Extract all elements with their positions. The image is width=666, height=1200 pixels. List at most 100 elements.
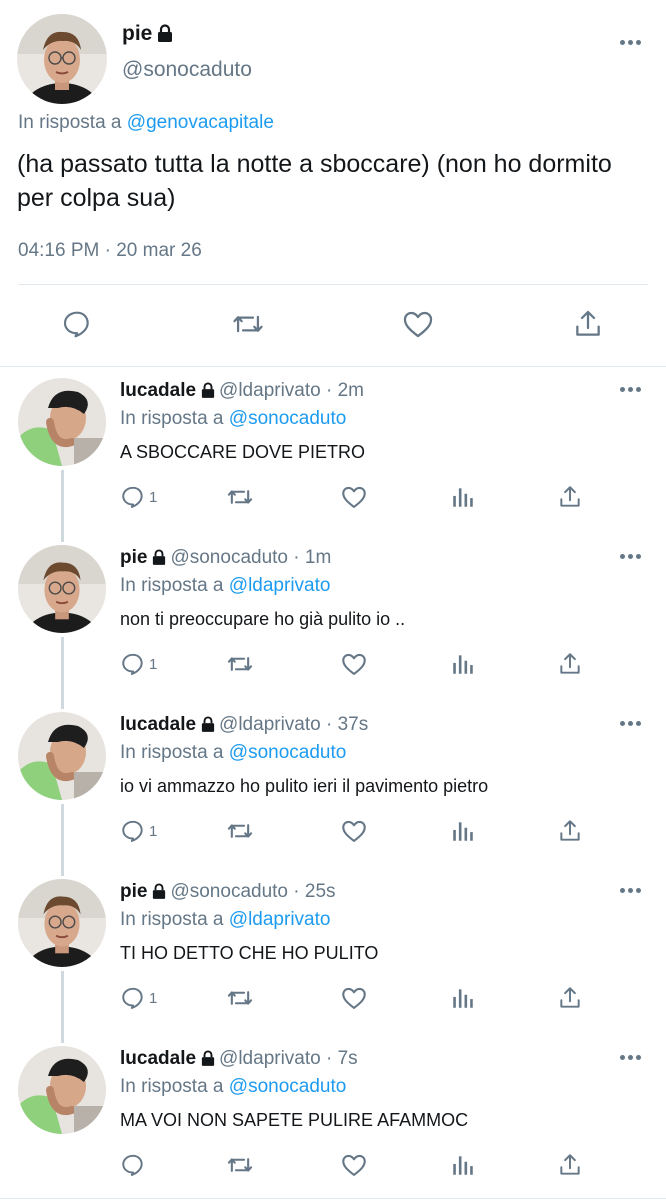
retweet-icon[interactable] — [226, 816, 254, 846]
tweet-text: A SBOCCARE DOVE PIETRO — [120, 442, 366, 462]
reply-header: pie @sonocaduto · 25s — [120, 881, 336, 905]
display-name[interactable]: pie — [120, 547, 147, 568]
more-icon[interactable] — [620, 721, 644, 727]
tweet-text: MA VOI NON SAPETE PULIRE AFAMMOC — [120, 1110, 469, 1130]
reply-prefix: In risposta a — [120, 408, 224, 429]
reply-to-link[interactable]: @ldaprivato — [229, 575, 331, 596]
analytics-icon[interactable] — [450, 649, 476, 679]
reply-prefix: In risposta a — [18, 112, 122, 133]
like-icon[interactable] — [340, 1150, 368, 1180]
handle-time[interactable]: @ldaprivato · 2m — [219, 380, 364, 401]
lock-icon — [201, 1050, 215, 1072]
share-icon[interactable] — [557, 649, 583, 679]
share-icon[interactable] — [557, 816, 583, 846]
reply-prefix: In risposta a — [120, 575, 224, 596]
handle-time[interactable]: @sonocaduto · 25s — [170, 881, 335, 902]
retweet-icon[interactable] — [230, 306, 266, 342]
retweet-icon[interactable] — [226, 1150, 254, 1180]
lock-icon — [157, 24, 173, 48]
handle[interactable]: @sonocaduto — [122, 58, 252, 82]
reply-context: In risposta a @sonocaduto — [120, 408, 346, 430]
retweet-icon[interactable] — [226, 649, 254, 679]
analytics-icon[interactable] — [450, 1150, 476, 1180]
more-icon[interactable] — [620, 1055, 644, 1061]
main-tweet: pie @sonocaduto In risposta a @genovacap… — [0, 0, 666, 366]
reply-tweet[interactable]: lucadale @ldaprivato · 7s In risposta a @… — [0, 1046, 666, 1200]
reply-context: In risposta a @sonocaduto — [120, 742, 346, 764]
avatar[interactable] — [18, 712, 106, 800]
avatar[interactable] — [18, 1046, 106, 1134]
like-icon[interactable] — [340, 482, 368, 512]
reply-button[interactable]: 1 — [120, 649, 157, 679]
reply-tweet[interactable]: lucadale @ldaprivato · 2m In risposta a @… — [0, 378, 666, 545]
avatar[interactable] — [17, 14, 107, 104]
like-icon[interactable] — [340, 649, 368, 679]
retweet-icon[interactable] — [226, 482, 254, 512]
reply-context: In risposta a @sonocaduto — [120, 1076, 346, 1098]
reply-tweet[interactable]: pie @sonocaduto · 1m In risposta a @ldapr… — [0, 545, 666, 712]
reply-tweet[interactable]: lucadale @ldaprivato · 37s In risposta a … — [0, 712, 666, 879]
avatar[interactable] — [18, 545, 106, 633]
like-icon[interactable] — [340, 816, 368, 846]
more-icon[interactable] — [620, 387, 644, 393]
more-icon[interactable] — [620, 888, 644, 894]
share-icon[interactable] — [557, 983, 583, 1013]
reply-header: pie @sonocaduto · 1m — [120, 547, 331, 571]
tweet-text: non ti preoccupare ho già pulito io .. — [120, 609, 406, 629]
lock-icon — [152, 883, 166, 905]
reply-prefix: In risposta a — [120, 1076, 224, 1097]
reply-to-link[interactable]: @ldaprivato — [229, 909, 331, 930]
reply-count: 1 — [149, 989, 158, 1007]
more-icon[interactable] — [620, 40, 644, 46]
analytics-icon[interactable] — [450, 816, 476, 846]
reply-button[interactable]: 1 — [120, 983, 157, 1013]
action-bar — [0, 306, 666, 346]
handle-time[interactable]: @ldaprivato · 7s — [219, 1048, 358, 1069]
display-name[interactable]: pie — [122, 22, 173, 48]
tweet-text: TI HO DETTO CHE HO PULITO — [120, 943, 379, 963]
reply-tweet[interactable]: pie @sonocaduto · 25s In risposta a @ldap… — [0, 879, 666, 1046]
divider — [18, 284, 648, 285]
avatar[interactable] — [18, 378, 106, 466]
display-name[interactable]: pie — [120, 881, 147, 902]
share-icon[interactable] — [557, 1150, 583, 1180]
reply-icon[interactable] — [59, 306, 95, 342]
retweet-icon[interactable] — [226, 983, 254, 1013]
reply-to-link[interactable]: @genovacapitale — [127, 112, 274, 133]
display-name[interactable]: lucadale — [120, 1048, 196, 1069]
lock-icon — [201, 716, 215, 738]
handle-time[interactable]: @sonocaduto · 1m — [170, 547, 331, 568]
share-icon[interactable] — [557, 482, 583, 512]
reply-context: In risposta a @ldaprivato — [120, 575, 330, 597]
reply-count: 1 — [149, 488, 158, 506]
reply-to-link[interactable]: @sonocaduto — [229, 408, 347, 429]
reply-button[interactable] — [120, 1150, 149, 1180]
divider — [0, 366, 666, 367]
lock-icon — [152, 549, 166, 571]
reply-prefix: In risposta a — [120, 909, 224, 930]
like-icon[interactable] — [400, 306, 436, 342]
reply-prefix: In risposta a — [120, 742, 224, 763]
divider — [0, 1198, 666, 1199]
reply-to-link[interactable]: @sonocaduto — [229, 1076, 347, 1097]
tweet-text: (ha passato tutta la notte a sboccare) (… — [17, 150, 612, 212]
reply-header: lucadale @ldaprivato · 2m — [120, 380, 364, 404]
reply-to-link[interactable]: @sonocaduto — [229, 742, 347, 763]
reply-header: lucadale @ldaprivato · 37s — [120, 714, 368, 738]
like-icon[interactable] — [340, 983, 368, 1013]
reply-button[interactable]: 1 — [120, 816, 157, 846]
handle-time[interactable]: @ldaprivato · 37s — [219, 714, 368, 735]
tweet-text: io vi ammazzo ho pulito ieri il paviment… — [120, 776, 489, 796]
display-name-text: pie — [122, 22, 153, 45]
more-icon[interactable] — [620, 554, 644, 560]
share-icon[interactable] — [570, 306, 606, 342]
display-name[interactable]: lucadale — [120, 380, 196, 401]
avatar[interactable] — [18, 879, 106, 967]
reply-button[interactable]: 1 — [120, 482, 157, 512]
timestamp[interactable]: 04:16 PM · 20 mar 26 — [18, 240, 202, 262]
display-name[interactable]: lucadale — [120, 714, 196, 735]
analytics-icon[interactable] — [450, 983, 476, 1013]
reply-context: In risposta a @ldaprivato — [120, 909, 330, 931]
reply-count: 1 — [149, 822, 158, 840]
analytics-icon[interactable] — [450, 482, 476, 512]
